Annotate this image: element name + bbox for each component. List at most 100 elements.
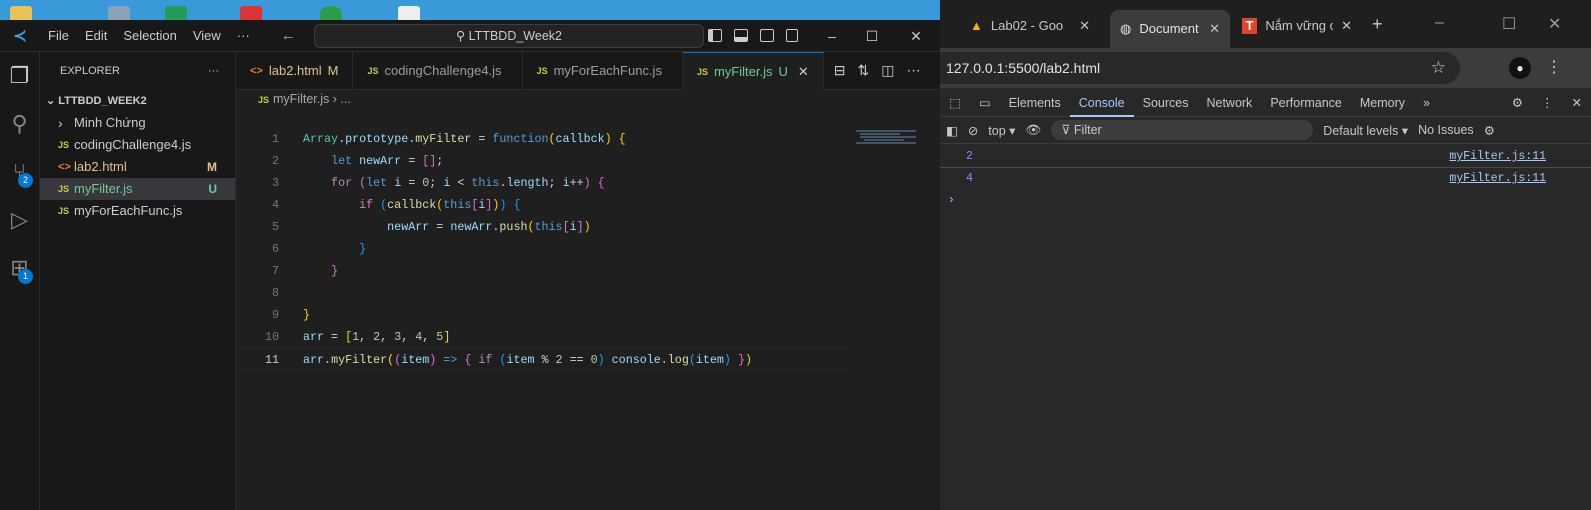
toggle-panel-icon[interactable]: [734, 29, 748, 42]
devtools-tab-network[interactable]: Network: [1197, 90, 1261, 117]
code-line[interactable]: 9}: [236, 304, 848, 326]
inspect-element-icon[interactable]: ⬚: [940, 90, 970, 117]
menu-selection[interactable]: Selection: [115, 28, 184, 43]
breadcrumb-rest[interactable]: › ...: [333, 92, 351, 106]
editor-tab[interactable]: JS myForEachFunc.js: [523, 52, 683, 90]
device-toolbar-icon[interactable]: ▭: [970, 90, 1000, 117]
explorer-item[interactable]: JS myFilter.js U: [40, 178, 235, 200]
code-token: ;: [436, 154, 444, 168]
source-control-icon[interactable]: ⑂ 2: [0, 148, 39, 196]
code-line[interactable]: 1 Array.prototype.myFilter = function(cal…: [236, 128, 848, 150]
code-token: 0: [590, 353, 598, 367]
minimize-button[interactable]: –: [812, 20, 852, 52]
clear-console-icon[interactable]: ⊘: [968, 123, 978, 138]
menu-more[interactable]: ···: [229, 28, 258, 43]
more-tabs-icon[interactable]: »: [1414, 90, 1439, 117]
devtools-tab-console[interactable]: Console: [1069, 90, 1134, 117]
chrome-menu-icon[interactable]: ⋮: [1546, 57, 1562, 77]
menu-file[interactable]: File: [40, 28, 77, 43]
browser-tab[interactable]: T Nắm vững c ✕: [1232, 10, 1362, 42]
explorer-item[interactable]: JS codingChallenge4.js: [40, 134, 235, 156]
search-icon[interactable]: ⚲: [0, 100, 39, 148]
breadcrumb-file[interactable]: myFilter.js: [273, 92, 329, 106]
toggle-secondary-sidebar-icon[interactable]: [760, 29, 774, 42]
editor-tab[interactable]: JS codingChallenge4.js: [353, 52, 523, 90]
devtools-tab-performance[interactable]: Performance: [1261, 90, 1351, 117]
tab-close-icon[interactable]: ✕: [798, 53, 809, 91]
explorer-item[interactable]: <> lab2.html M: [40, 156, 235, 178]
toggle-sidebar-icon[interactable]: [708, 29, 722, 42]
explorer-item[interactable]: JS myForEachFunc.js: [40, 200, 235, 222]
code-token: this: [443, 198, 472, 212]
browser-tab[interactable]: ◍ Document ✕: [1110, 10, 1230, 48]
folder-icon: [10, 6, 32, 20]
command-center-search[interactable]: ⚲ LTTBDD_Week2: [314, 24, 704, 48]
git-status-badge: U: [208, 182, 217, 196]
open-changes-icon[interactable]: ⊟: [834, 62, 846, 79]
minimize-button[interactable]: –: [1435, 14, 1444, 32]
code-line[interactable]: 11 arr.myFilter((item) => { if (item % 2 …: [236, 348, 848, 370]
code-line[interactable]: 3 for (let i = 0; i < this.length; i++) …: [236, 172, 848, 194]
maximize-button[interactable]: ☐: [852, 20, 892, 52]
menu-edit[interactable]: Edit: [77, 28, 115, 43]
customize-layout-icon[interactable]: [786, 29, 798, 42]
bookmark-star-icon[interactable]: ☆: [1431, 52, 1446, 84]
code-line[interactable]: 6 }: [236, 238, 848, 260]
extensions-icon[interactable]: ⊞ 1: [0, 244, 39, 292]
tab-close-icon[interactable]: ✕: [1341, 12, 1352, 40]
code-line[interactable]: 7 }: [236, 260, 848, 282]
tab-close-icon[interactable]: ✕: [1209, 15, 1220, 43]
tab-close-icon[interactable]: ✕: [1079, 12, 1090, 40]
close-button[interactable]: ✕: [1548, 14, 1561, 34]
console-source-link[interactable]: myFilter.js:11: [1449, 146, 1546, 168]
menu-view[interactable]: View: [185, 28, 229, 43]
desktop-taskbar-strip: [0, 0, 940, 20]
devtools-menu-icon[interactable]: ⋮: [1532, 90, 1563, 117]
workspace-root[interactable]: ⌄ LTTBDD_WEEK2: [40, 90, 235, 112]
editor-tab[interactable]: <> lab2.html M: [236, 52, 354, 90]
code-editor[interactable]: 1 Array.prototype.myFilter = function(cal…: [236, 108, 940, 510]
explorer-icon[interactable]: ❐: [0, 52, 39, 100]
console-prompt[interactable]: ›: [948, 190, 1591, 212]
code-token: i: [562, 176, 570, 190]
live-expression-eye-icon[interactable]: 👁: [1025, 123, 1041, 138]
sidebar-toggle-icon[interactable]: ◧: [946, 123, 958, 138]
minimap[interactable]: [856, 130, 920, 160]
back-arrow-icon[interactable]: ←: [272, 27, 305, 44]
editor-tab[interactable]: JS myFilter.js U ✕: [682, 52, 824, 91]
maximize-button[interactable]: ☐: [1502, 14, 1516, 34]
console-settings-icon[interactable]: ⚙: [1484, 123, 1495, 138]
devtools-tab-sources[interactable]: Sources: [1134, 90, 1198, 117]
settings-gear-icon[interactable]: ⚙: [1503, 90, 1532, 117]
code-line[interactable]: 5 newArr = newArr.push(this[i]): [236, 216, 848, 238]
more-actions-icon[interactable]: ⋯: [906, 62, 920, 79]
split-editor-icon[interactable]: ◫: [881, 62, 894, 79]
run-debug-icon[interactable]: ▷: [0, 196, 39, 244]
code-line[interactable]: 4 if (callbck(this[i])) {: [236, 194, 848, 216]
code-line[interactable]: 10 arr = [1, 2, 3, 4, 5]: [236, 326, 848, 348]
explorer-more-button[interactable]: ···: [208, 52, 219, 90]
compare-icon[interactable]: ⇅: [858, 62, 870, 79]
log-levels-dropdown[interactable]: Default levels ▾: [1323, 123, 1408, 138]
browser-tab[interactable]: ▲ Lab02 - Goo ✕: [960, 10, 1100, 42]
new-tab-button[interactable]: +: [1372, 14, 1383, 35]
devtools-tab-memory[interactable]: Memory: [1351, 90, 1414, 117]
explorer-item[interactable]: › Minh Chứng: [40, 112, 235, 134]
code-line[interactable]: 2 let newArr = [];: [236, 150, 848, 172]
devtools-tab-elements[interactable]: Elements: [1000, 90, 1070, 117]
address-bar[interactable]: 127.0.0.1:5500/lab2.html ☆: [940, 52, 1460, 84]
close-button[interactable]: ✕: [896, 20, 936, 52]
code-token: myFilter: [331, 353, 388, 367]
profile-avatar-icon[interactable]: ●: [1509, 57, 1531, 79]
code-line[interactable]: 8: [236, 282, 848, 304]
tab-status: U: [778, 63, 788, 79]
filter-input[interactable]: ⊽ Filter: [1051, 120, 1314, 140]
context-selector[interactable]: top ▾: [988, 123, 1015, 138]
close-devtools-icon[interactable]: ✕: [1563, 90, 1591, 117]
console-source-link[interactable]: myFilter.js:11: [1449, 168, 1546, 190]
issues-button[interactable]: No Issues: [1418, 123, 1474, 137]
search-icon: ⚲: [456, 29, 469, 43]
